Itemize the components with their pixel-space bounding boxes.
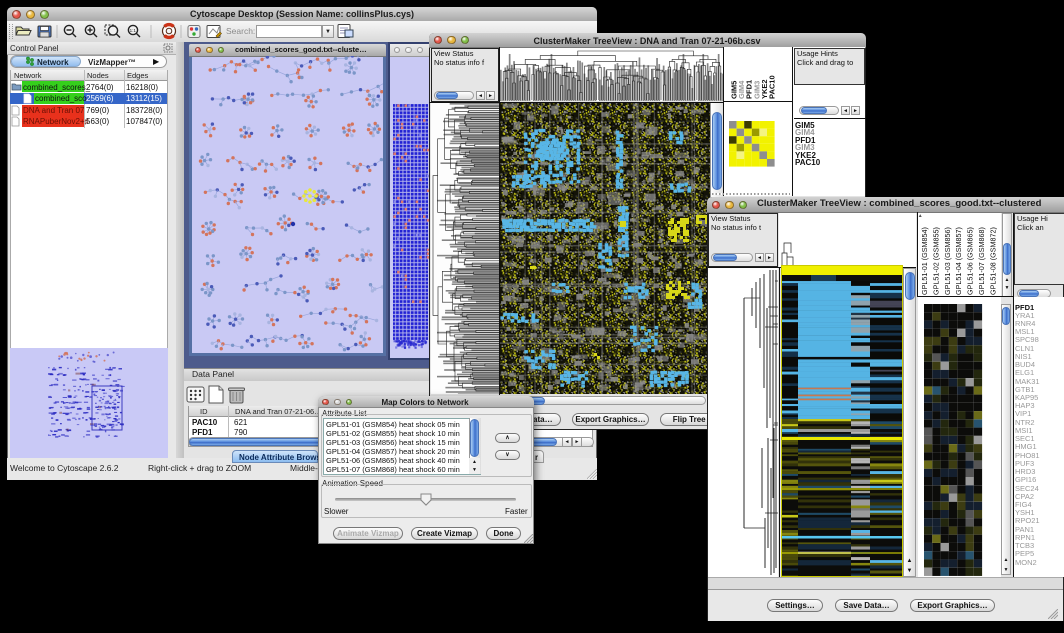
svg-text:GPL51-01 (GSM854): GPL51-01 (GSM854) <box>920 227 929 295</box>
svg-text:PAC10: PAC10 <box>768 75 777 99</box>
svg-text:GPL51-04 (GSM857): GPL51-04 (GSM857) <box>954 227 963 295</box>
svg-text:GPL51-06 (GSM865): GPL51-06 (GSM865) <box>966 227 975 295</box>
svg-text:GPL51-02 (GSM855): GPL51-02 (GSM855) <box>931 227 940 295</box>
svg-text:1:1: 1:1 <box>130 28 137 33</box>
svg-text:GPL51-03 (GSM856): GPL51-03 (GSM856) <box>943 227 952 295</box>
svg-text:GPL51-07 (GSM868): GPL51-07 (GSM868) <box>977 227 986 295</box>
svg-text:GPL51-08 (GSM872): GPL51-08 (GSM872) <box>988 227 997 295</box>
